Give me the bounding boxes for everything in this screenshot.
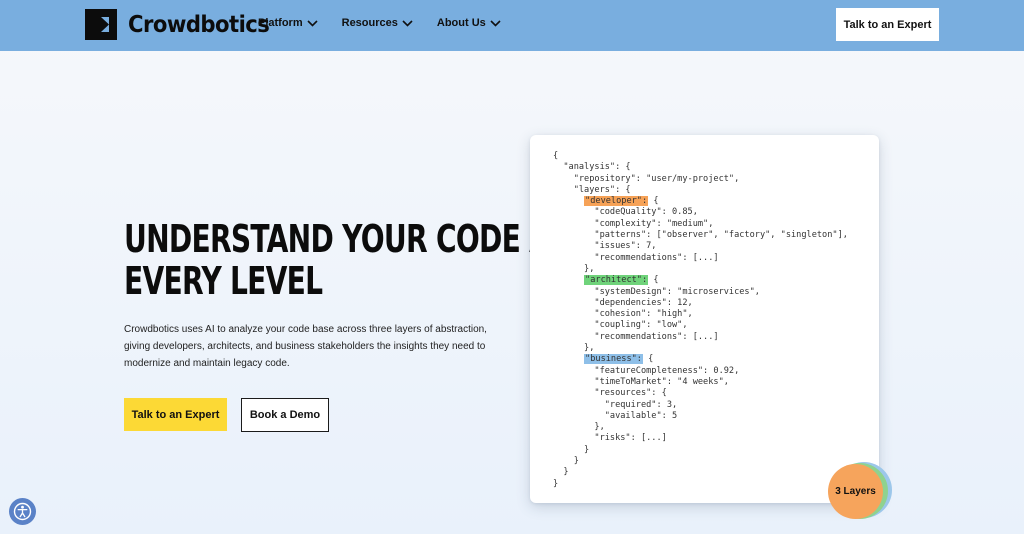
code-line: "cohesion": "high", [553, 309, 693, 320]
nav-item-label: Resources [341, 17, 398, 29]
code-block: { "analysis": { "repository": "user/my-p… [553, 151, 848, 490]
book-demo-button[interactable]: Book a Demo [241, 398, 329, 432]
business-layer-highlight: "business": [584, 354, 643, 365]
code-line: }, [553, 422, 605, 433]
code-text: { [642, 354, 654, 365]
code-text: { [648, 196, 659, 207]
crowdbotics-logo-icon [85, 9, 117, 40]
hero-title: UNDERSTAND YOUR CODE AT EVERY LEVEL [124, 217, 567, 303]
code-line: "codeQuality": 0.85, [553, 207, 698, 218]
hero-title-line-1: UNDERSTAND YOUR CODE AT [124, 217, 567, 261]
code-line-business: "business": { [553, 354, 848, 365]
chevron-down-icon [402, 19, 413, 27]
code-line: "timeToMarket": "4 weeks", [553, 376, 729, 387]
badge-layer-developer: 3 Layers [828, 464, 883, 519]
code-line: } [553, 467, 569, 478]
hero-description: Crowdbotics uses AI to analyze your code… [124, 324, 487, 369]
code-line-architect: "architect": { [553, 275, 848, 286]
nav-item-label: About Us [436, 17, 486, 29]
code-line: "resources": { [553, 388, 667, 399]
hero-title-line-2: EVERY LEVEL [124, 259, 323, 303]
code-line: "patterns": ["observer", "factory", "sin… [553, 230, 848, 241]
code-line-developer: "developer": { [553, 196, 848, 207]
code-line: "risks": [...] [553, 433, 667, 444]
nav-item-resources[interactable]: Resources [342, 17, 413, 29]
code-line: "recommendations": [...] [553, 331, 719, 342]
nav-item-label: Platform [258, 17, 303, 29]
code-line: }, [553, 343, 595, 354]
accessibility-icon [13, 502, 32, 521]
code-line: } [553, 478, 559, 489]
code-line: "layers": { [553, 184, 631, 195]
nav-item-about-us[interactable]: About Us [437, 17, 501, 29]
code-line: "recommendations": [...] [553, 252, 719, 263]
chevron-down-icon [490, 19, 501, 27]
code-line: } [553, 456, 579, 467]
brand-name: Crowdbotics [128, 11, 270, 38]
talk-to-expert-button[interactable]: Talk to an Expert [124, 398, 227, 431]
nav-item-platform[interactable]: Platform [258, 17, 318, 29]
code-line: "featureCompleteness": 0.92, [553, 365, 740, 376]
site-header: Crowdbotics Platform Resources About Us … [0, 0, 1024, 51]
code-line: "available": 5 [553, 410, 678, 421]
code-line: } [553, 444, 590, 455]
brand-logo[interactable]: Crowdbotics [85, 9, 282, 40]
code-line: "required": 3, [553, 399, 678, 410]
code-line: "repository": "user/my-project", [553, 173, 740, 184]
code-line: "analysis": { [553, 162, 631, 173]
architect-layer-highlight: "architect": [584, 275, 649, 286]
accessibility-button[interactable] [9, 498, 36, 525]
code-text: { [648, 275, 659, 286]
code-line: "dependencies": 12, [553, 297, 693, 308]
badge-label: 3 Layers [835, 486, 876, 497]
developer-layer-highlight: "developer": [584, 196, 649, 207]
three-layers-badge: 3 Layers [828, 462, 894, 520]
main-nav: Platform Resources About Us [258, 17, 525, 29]
chevron-down-icon [307, 19, 318, 27]
header-talk-to-expert-button[interactable]: Talk to an Expert [836, 8, 939, 41]
code-line: }, [553, 263, 595, 274]
code-line: "complexity": "medium", [553, 218, 714, 229]
code-line: "systemDesign": "microservices", [553, 286, 760, 297]
code-line: "issues": 7, [553, 241, 657, 252]
code-line: { [553, 151, 559, 161]
code-sample-card: { "analysis": { "repository": "user/my-p… [530, 135, 879, 503]
code-line: "coupling": "low", [553, 320, 688, 331]
